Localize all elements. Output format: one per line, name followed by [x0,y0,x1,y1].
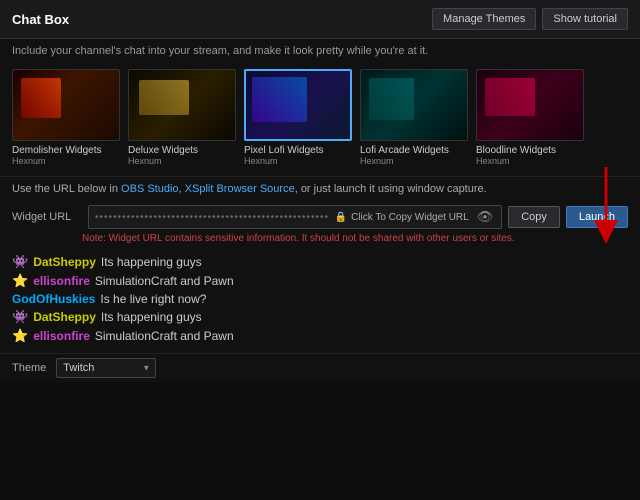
theme-card-deluxe[interactable]: Deluxe Widgets Hexnum [128,69,236,166]
chat-emoji-0: 👾 [12,254,28,270]
theme-brand-pixellofi: Hexnum [244,156,352,166]
theme-thumb-bloodline [476,69,584,141]
chat-emoji-3: 👾 [12,309,28,325]
theme-card-bloodline[interactable]: Bloodline Widgets Hexnum [476,69,584,166]
chat-message-1: SimulationCraft and Pawn [95,274,234,288]
lock-icon: 🔒 [335,212,347,223]
theme-thumb-deluxe [128,69,236,141]
chat-username-1: ellisonfire [33,274,90,288]
subtitle-text: Include your channel's chat into your st… [0,39,640,63]
theme-thumb-demolisher [12,69,120,141]
eye-toggle-button[interactable]: 👁 [475,209,496,225]
theme-card-lofiarcade[interactable]: Lofi Arcade Widgets Hexnum [360,69,468,166]
url-section-desc: Use the URL below in OBS Studio, XSplit … [0,176,640,201]
theme-name-lofiarcade: Lofi Arcade Widgets [360,145,468,156]
chat-message-4: SimulationCraft and Pawn [95,329,234,343]
theme-label: Theme [12,362,46,374]
show-tutorial-button[interactable]: Show tutorial [542,8,628,30]
chat-message-3: Its happening guys [101,310,202,324]
theme-brand-demolisher: Hexnum [12,156,120,166]
themes-row: Demolisher Widgets Hexnum Deluxe Widgets… [12,69,628,166]
manage-themes-button[interactable]: Manage Themes [432,8,536,30]
theme-card-pixellofi[interactable]: Pixel Lofi Widgets Hexnum [244,69,352,166]
theme-select[interactable]: TwitchYouTubeFacebookCustom [56,358,156,378]
chat-username-0: DatSheppy [33,255,96,269]
theme-row-bottom: Theme TwitchYouTubeFacebookCustom [0,353,640,382]
copy-button[interactable]: Copy [508,206,560,228]
theme-brand-bloodline: Hexnum [476,156,584,166]
theme-name-bloodline: Bloodline Widgets [476,145,584,156]
page-title: Chat Box [12,12,69,27]
header: Chat Box Manage Themes Show tutorial [0,0,640,39]
chat-username-2: GodOfHuskies [12,292,95,306]
chat-username-3: DatSheppy [33,310,96,324]
red-arrow-icon [586,162,626,252]
theme-brand-deluxe: Hexnum [128,156,236,166]
chat-preview: 👾 DatSheppy Its happening guys ⭐ ellison… [0,248,640,353]
theme-card-demolisher[interactable]: Demolisher Widgets Hexnum [12,69,120,166]
theme-name-demolisher: Demolisher Widgets [12,145,120,156]
xsplit-link[interactable]: XSplit Browser Source [185,183,295,195]
url-input-wrap: 🔒 Click To Copy Widget URL 👁 [88,205,502,229]
chat-message-0: Its happening guys [101,255,202,269]
chat-section-wrapper: 👾 DatSheppy Its happening guys ⭐ ellison… [0,248,640,353]
widget-url-row: Widget URL 🔒 Click To Copy Widget URL 👁 … [0,201,640,231]
chat-line-3: 👾 DatSheppy Its happening guys [12,309,628,325]
theme-name-pixellofi: Pixel Lofi Widgets [244,145,352,156]
theme-thumb-lofiarcade [360,69,468,141]
themes-section: Demolisher Widgets Hexnum Deluxe Widgets… [0,63,640,176]
chat-line-0: 👾 DatSheppy Its happening guys [12,254,628,270]
chat-message-2: Is he live right now? [100,292,206,306]
chat-line-1: ⭐ ellisonfire SimulationCraft and Pawn [12,273,628,289]
chat-line-4: ⭐ ellisonfire SimulationCraft and Pawn [12,328,628,344]
theme-brand-lofiarcade: Hexnum [360,156,468,166]
theme-name-deluxe: Deluxe Widgets [128,145,236,156]
widget-url-label: Widget URL [12,211,82,223]
obs-studio-link[interactable]: OBS Studio [121,183,178,195]
chat-line-2: GodOfHuskies Is he live right now? [12,292,628,306]
chat-username-4: ellisonfire [33,329,90,343]
widget-url-input[interactable] [95,212,329,223]
theme-thumb-pixellofi [244,69,352,141]
click-to-copy-label[interactable]: 🔒 Click To Copy Widget URL [335,212,469,223]
theme-select-wrap: TwitchYouTubeFacebookCustom [56,358,156,378]
header-buttons: Manage Themes Show tutorial [432,8,628,30]
chat-emoji-1: ⭐ [12,273,28,289]
chat-emoji-4: ⭐ [12,328,28,344]
url-warning: Note: Widget URL contains sensitive info… [0,231,640,248]
